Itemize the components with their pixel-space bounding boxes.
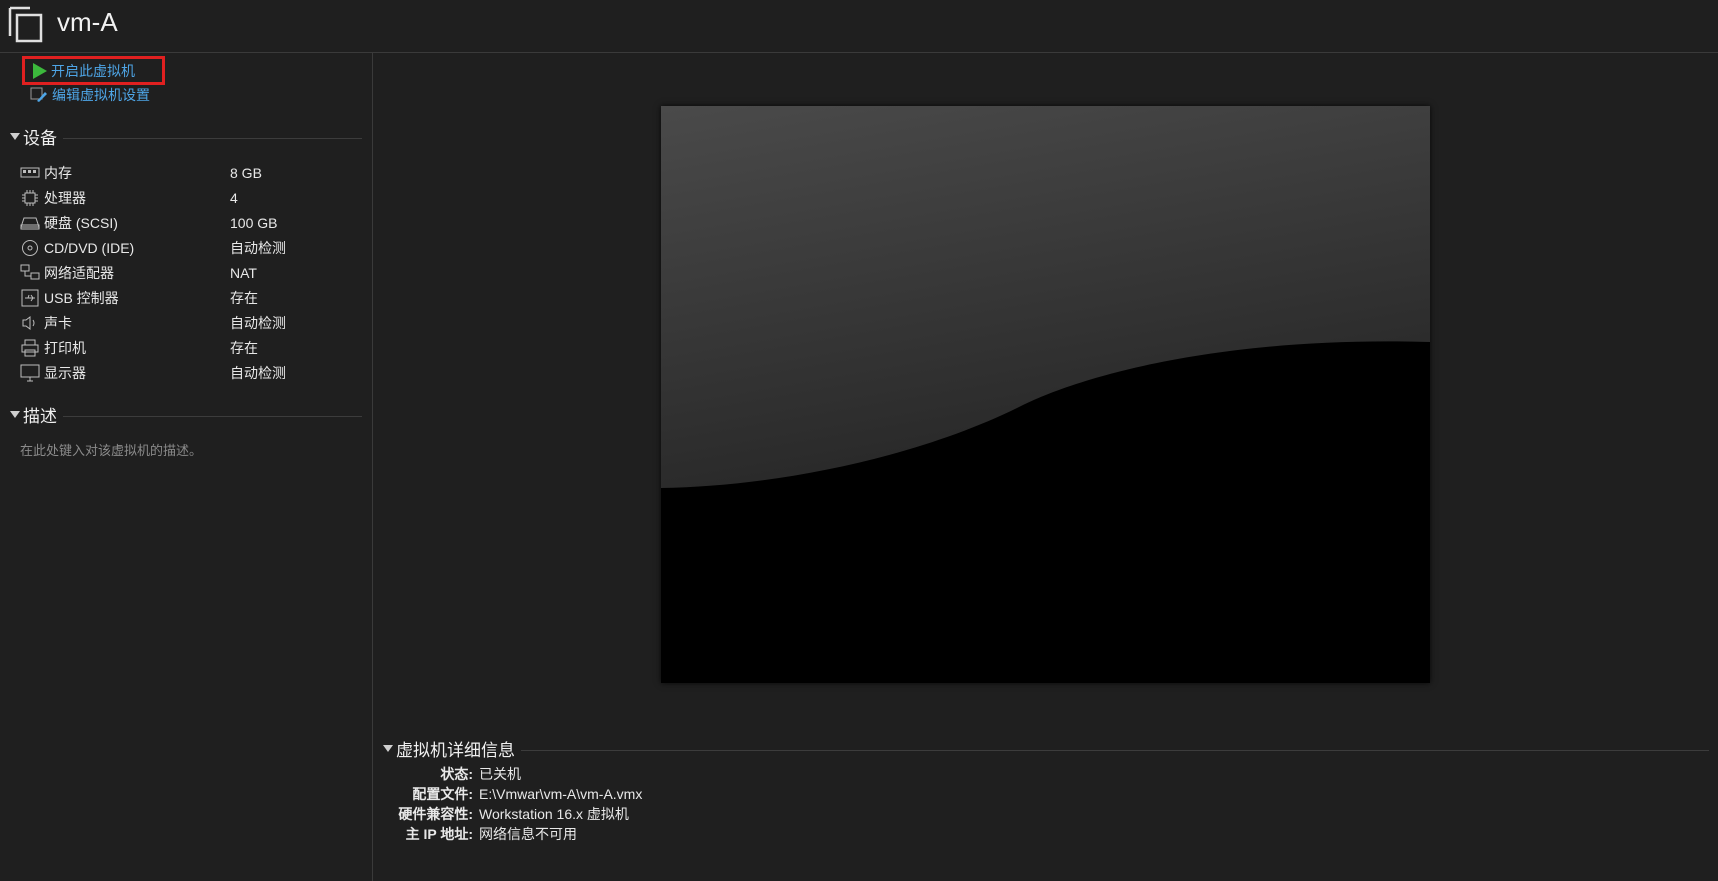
device-row-printer[interactable]: 打印机 存在 [20,336,360,360]
description-heading: 描述 [23,406,57,426]
detail-row-state: 状态: 已关机 [383,764,521,784]
collapse-triangle-icon [383,744,393,752]
device-row-network[interactable]: 网络适配器 NAT [20,261,360,285]
device-value: NAT [230,265,257,281]
memory-icon [20,164,40,182]
play-icon [33,62,47,79]
section-divider [63,137,362,139]
vm-preview-thumbnail[interactable] [661,106,1430,683]
sound-icon [20,314,40,332]
detail-value: 已关机 [479,766,521,782]
device-value: 4 [230,190,238,206]
device-value: 自动检测 [230,315,286,331]
usb-icon [20,289,40,307]
section-divider [63,415,362,417]
device-name: 显示器 [44,365,86,381]
device-row-usb[interactable]: USB 控制器 存在 [20,286,360,310]
devices-section-header[interactable]: 设备 [10,125,362,148]
description-section-header[interactable]: 描述 [10,403,362,426]
device-value: 存在 [230,290,258,306]
detail-key: 硬件兼容性: [398,806,473,822]
vm-title: vm-A [57,7,118,37]
device-value: 100 GB [230,215,278,231]
detail-key: 配置文件: [412,786,473,802]
processor-icon [20,189,40,207]
edit-vm-settings-link[interactable]: 编辑虚拟机设置 [30,84,150,106]
collapse-triangle-icon [10,132,20,140]
cd-dvd-icon [20,239,40,257]
device-name: USB 控制器 [44,290,119,306]
device-row-hard-disk[interactable]: 硬盘 (SCSI) 100 GB [20,211,360,235]
network-icon [20,264,40,282]
detail-row-ip-address: 主 IP 地址: 网络信息不可用 [383,824,577,844]
device-name: 声卡 [44,315,72,331]
vm-preview-image [661,106,1430,683]
disk-icon [20,214,40,232]
power-on-label: 开启此虚拟机 [51,62,135,79]
device-row-memory[interactable]: 内存 8 GB [20,161,360,185]
detail-value: Workstation 16.x 虚拟机 [479,806,629,822]
detail-value: 网络信息不可用 [479,826,577,842]
device-value: 8 GB [230,165,262,181]
title-bar: vm-A [0,0,1718,53]
device-name: 打印机 [44,340,86,356]
device-row-display[interactable]: 显示器 自动检测 [20,361,360,385]
device-value: 自动检测 [230,240,286,256]
device-name: 处理器 [44,190,86,206]
device-row-cd-dvd[interactable]: CD/DVD (IDE) 自动检测 [20,236,360,260]
collapse-triangle-icon [10,410,20,418]
devices-heading: 设备 [23,128,57,148]
device-name: 硬盘 (SCSI) [44,215,118,231]
device-value: 自动检测 [230,365,286,381]
power-on-vm-link[interactable]: 开启此虚拟机 [22,56,165,85]
edit-settings-label: 编辑虚拟机设置 [52,87,150,103]
device-name: 内存 [44,165,72,181]
device-name: CD/DVD (IDE) [44,240,135,256]
device-name: 网络适配器 [44,265,114,281]
device-row-sound[interactable]: 声卡 自动检测 [20,311,360,335]
device-row-processor[interactable]: 处理器 4 [20,186,360,210]
vm-window-icon [8,6,43,43]
vm-details-heading: 虚拟机详细信息 [396,740,515,760]
printer-icon [20,339,40,357]
detail-row-hardware-compatibility: 硬件兼容性: Workstation 16.x 虚拟机 [383,804,629,824]
detail-row-config-file: 配置文件: E:\Vmwar\vm-A\vm-A.vmx [383,784,642,804]
section-divider [521,749,1709,751]
vm-details-section-header[interactable]: 虚拟机详细信息 [383,737,1709,760]
device-value: 存在 [230,340,258,356]
display-icon [20,364,40,382]
edit-settings-icon [30,87,47,102]
vm-summary-panel: 开启此虚拟机 编辑虚拟机设置 设备 内存 8 GB 处理器 4 硬盘 (SCSI… [0,53,373,881]
detail-value: E:\Vmwar\vm-A\vm-A.vmx [479,786,643,802]
detail-key: 状态: [440,766,473,782]
description-placeholder[interactable]: 在此处键入对该虚拟机的描述。 [20,440,202,459]
detail-key: 主 IP 地址: [405,826,473,842]
